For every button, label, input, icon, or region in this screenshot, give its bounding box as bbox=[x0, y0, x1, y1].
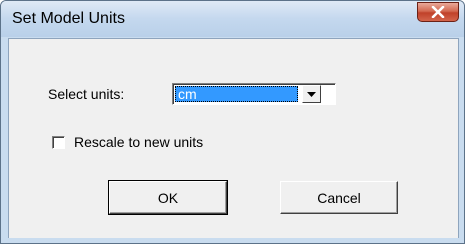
rescale-label[interactable]: Rescale to new units bbox=[74, 134, 203, 150]
ok-button[interactable]: OK bbox=[108, 180, 228, 215]
units-dropdown-button[interactable] bbox=[302, 85, 321, 103]
cancel-button[interactable]: Cancel bbox=[280, 181, 398, 214]
window-bottom-border bbox=[1, 238, 464, 243]
units-label: Select units: bbox=[48, 86, 125, 102]
chevron-down-icon bbox=[307, 91, 316, 97]
dialog-client-area: Select units: cm Rescale to new units OK… bbox=[8, 38, 459, 239]
dialog-window: Set Model Units Select units: cm Rescale… bbox=[0, 0, 465, 244]
close-icon bbox=[431, 6, 445, 18]
title-bar[interactable]: Set Model Units bbox=[1, 1, 464, 37]
units-select[interactable]: cm bbox=[172, 83, 336, 105]
units-selected-value[interactable]: cm bbox=[175, 86, 298, 102]
close-button[interactable] bbox=[417, 2, 459, 22]
rescale-checkbox[interactable] bbox=[52, 136, 65, 149]
dialog-title: Set Model Units bbox=[12, 10, 125, 27]
